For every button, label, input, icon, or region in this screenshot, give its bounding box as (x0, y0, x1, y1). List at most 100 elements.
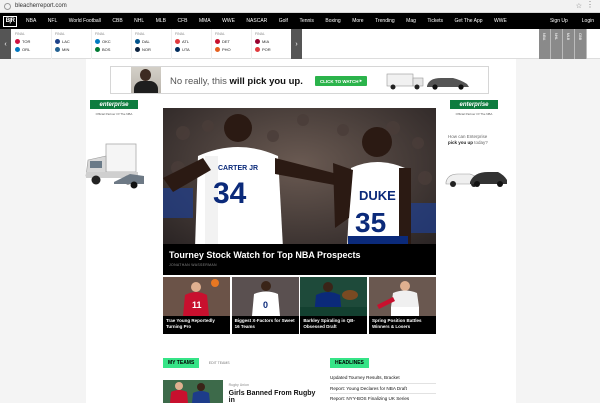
game-status: FINAL (15, 32, 25, 36)
nav-item-wwe[interactable]: WWE (222, 18, 235, 24)
nav-item-nfl[interactable]: NFL (48, 18, 57, 24)
nav-item-mma[interactable]: MMA (199, 18, 211, 24)
address-bar[interactable]: bleacherreport.com (15, 3, 67, 9)
team-logo-icon (15, 39, 20, 44)
nav-item-boxing[interactable]: Boxing (325, 18, 340, 24)
team-logo-icon (215, 47, 220, 52)
team-name: TOR (22, 39, 31, 44)
story-card[interactable]: 0 Biggest X-Factors for Sweet 16 Teams (231, 277, 299, 334)
league-tab[interactable]: MLB (563, 29, 575, 59)
team-name: BOS (102, 47, 111, 52)
my-teams-section: MY TEAMS EDIT TEAMS (163, 351, 323, 369)
hero-title[interactable]: Tourney Stock Watch for Top NBA Prospect… (169, 250, 430, 260)
story-card[interactable]: Spring Position Battles Winners & Losers (368, 277, 436, 334)
game-status: FINAL (255, 32, 265, 36)
secure-icon (4, 2, 11, 10)
edit-teams-link[interactable]: EDIT TEAMS (209, 361, 230, 365)
team-name: PHO (222, 47, 231, 52)
team-story-tag: Rugby Union (228, 383, 249, 387)
nav-item-cfb[interactable]: CFB (177, 18, 187, 24)
browser-menu-icon[interactable]: ⋮ (586, 1, 594, 9)
team-logo-icon (55, 47, 60, 52)
headline-item[interactable]: Updated Tourney Results, Bracket (330, 373, 436, 384)
nav-item-nba[interactable]: NBA (26, 18, 36, 24)
story-card-title: Trae Young Reportedly Turning Pro (163, 316, 230, 334)
nav-item-tennis[interactable]: Tennis (299, 18, 313, 24)
nav-item-golf[interactable]: Golf (279, 18, 288, 24)
my-teams-label: MY TEAMS (163, 358, 200, 368)
nav-item-cbb[interactable]: CBB (112, 18, 122, 24)
league-tab-label: NBA (542, 33, 546, 41)
nav-item-get-the-app[interactable]: Get The App (455, 18, 483, 24)
cars-image (445, 172, 507, 187)
br-logo[interactable]: B|R (3, 15, 17, 27)
league-tab[interactable]: CBB (575, 29, 587, 59)
team-logo-icon (135, 47, 140, 52)
jersey-name-1: CARTER JR (218, 165, 258, 172)
game-card[interactable]: FINAL LAC MIN (52, 29, 92, 59)
browser-window: { "browser": { "url": "bleacherreport.co… (0, 0, 600, 403)
game-card[interactable]: FINAL OKC BOS (92, 29, 132, 59)
nav-item-wwe-2[interactable]: WWE (494, 18, 507, 24)
league-tab-label: NHL (554, 33, 558, 41)
nav-item-tickets[interactable]: Tickets (427, 18, 443, 24)
game-card[interactable]: FINAL TOR ORL (12, 29, 52, 59)
signup-link[interactable]: Sign Up (550, 18, 568, 24)
nav-item-nascar[interactable]: NASCAR (246, 18, 267, 24)
nav-item-mlb[interactable]: MLB (156, 18, 166, 24)
league-tab[interactable]: NBA (539, 29, 551, 59)
team-story[interactable]: Rugby Union Girls Banned From Rugby in (163, 380, 323, 403)
headline-item[interactable]: Report: NYY-BOS Finalizing UK Series (330, 394, 436, 403)
game-card[interactable]: FINAL MIA POR (252, 29, 292, 59)
story-card-title: Barkley Spiraling in QB-Obsessed Draft (300, 316, 368, 334)
banner-ad[interactable]: No really, this will pick you up. CLICK … (110, 66, 489, 94)
story-card-title: Spring Position Battles Winners & Losers (368, 316, 436, 334)
jersey-number: 0 (263, 300, 268, 310)
league-tabs: NBA NHL MLB CBB (539, 29, 587, 59)
ad-person-image (131, 67, 161, 93)
team-story-image (163, 380, 223, 403)
league-tab[interactable]: NHL (551, 29, 563, 59)
story-card[interactable]: Barkley Spiraling in QB-Obsessed Draft (300, 277, 368, 334)
nav-item-trending[interactable]: Trending (375, 18, 395, 24)
headline-item[interactable]: Report: Young Declares for NBA Draft (330, 384, 436, 394)
nav-account: Sign Up Login (536, 13, 594, 29)
game-card[interactable]: FINAL DAL NOR (132, 29, 172, 59)
nav-item-nhl[interactable]: NHL (134, 18, 144, 24)
bookmark-star-icon[interactable]: ☆ (576, 2, 582, 10)
enterprise-logo: enterprise (450, 100, 498, 109)
team-name: DAL (142, 39, 150, 44)
nav-links: NBA NFL World Football CBB NHL MLB CFB M… (26, 18, 518, 24)
nav-item-world-football[interactable]: World Football (69, 18, 101, 24)
team-name: POR (262, 47, 271, 52)
login-link[interactable]: Login (582, 18, 594, 24)
nav-item-more[interactable]: More (352, 18, 363, 24)
team-logo-icon (55, 39, 60, 44)
team-logo-icon (215, 39, 220, 44)
banner-text: No really, this will pick you up. (170, 76, 303, 87)
team-story-info: Rugby Union Girls Banned From Rugby in (223, 380, 323, 403)
story-card-image (368, 277, 436, 316)
nav-item-mag[interactable]: Mag (406, 18, 416, 24)
enterprise-question: How can Enterprise pick you up today? (448, 134, 488, 145)
ticker-prev-arrow-icon[interactable]: ‹ (0, 29, 11, 59)
story-card-title: Biggest X-Factors for Sweet 16 Teams (231, 316, 299, 334)
game-status: FINAL (95, 32, 105, 36)
game-card[interactable]: FINAL DET PHO (212, 29, 252, 59)
story-card[interactable]: 11 Trae Young Reportedly Turning Pro (163, 277, 230, 334)
side-ad-right[interactable]: enterprise Official Partner Of The NBA H… (444, 100, 507, 210)
team-name: ORL (22, 47, 31, 52)
ticker-next-arrow-icon[interactable]: › (291, 29, 302, 59)
hero-caption[interactable]: Tourney Stock Watch for Top NBA Prospect… (163, 244, 436, 275)
enterprise-sub: Official Partner Of The NBA (455, 112, 493, 116)
enterprise-sub: Official Partner Of The NBA (95, 112, 133, 116)
game-card[interactable]: FINAL ATL UTA (172, 29, 212, 59)
team-logo-icon (15, 47, 20, 52)
story-card-image: 0 (231, 277, 299, 316)
side-ad-left[interactable]: enterprise Official Partner Of The NBA (84, 100, 144, 210)
truck-image (85, 143, 144, 189)
hero-byline: JONATHAN WASSERMAN (169, 263, 217, 267)
team-story-title[interactable]: Girls Banned From Rugby in (229, 390, 323, 403)
team-name: UTA (182, 47, 190, 52)
click-to-watch-button[interactable]: CLICK TO WATCH ▸ (315, 76, 367, 86)
